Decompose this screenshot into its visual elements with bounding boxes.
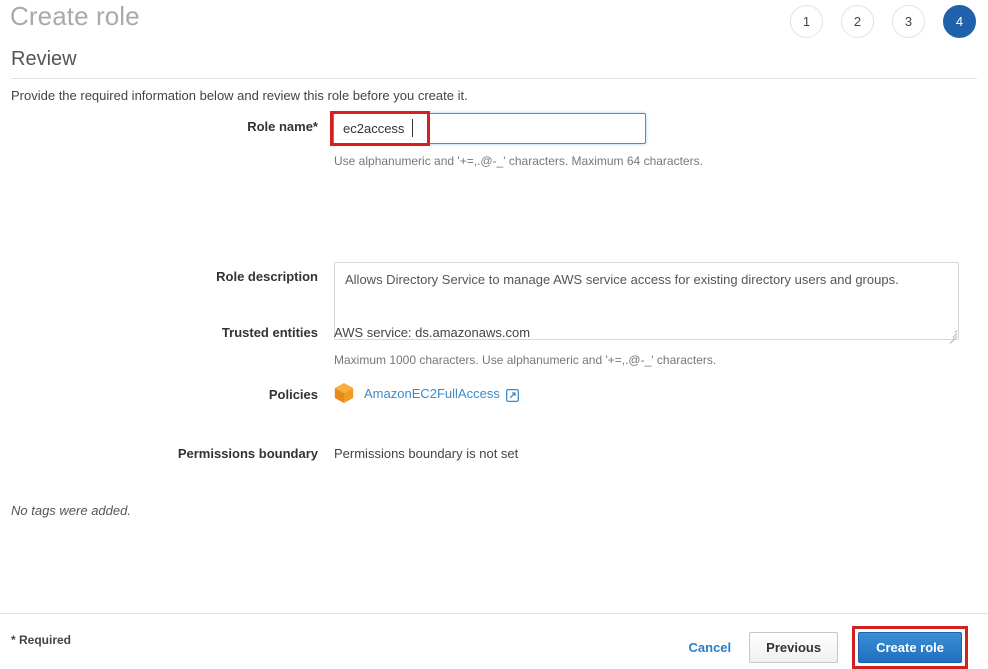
role-description-row: Role description Maximum 1000 characters… bbox=[0, 185, 988, 367]
tags-note: No tags were added. bbox=[11, 503, 131, 518]
role-name-input[interactable] bbox=[333, 113, 646, 144]
policies-row: Policies AmazonEC2FullAccess bbox=[0, 382, 988, 414]
trusted-entities-label: Trusted entities bbox=[221, 325, 318, 340]
role-description-hint: Maximum 1000 characters. Use alphanumeri… bbox=[334, 353, 717, 367]
header-divider bbox=[11, 78, 977, 79]
footer-actions: Cancel Previous Create role bbox=[685, 626, 968, 669]
step-4[interactable]: 4 bbox=[943, 5, 976, 38]
section-intro-text: Provide the required information below a… bbox=[11, 88, 468, 103]
permissions-boundary-row: Permissions boundary Permissions boundar… bbox=[0, 446, 988, 474]
role-name-hint: Use alphanumeric and '+=,.@-_' character… bbox=[334, 154, 703, 168]
step-2[interactable]: 2 bbox=[841, 5, 874, 38]
policies-label: Policies bbox=[268, 387, 318, 402]
step-1[interactable]: 1 bbox=[790, 5, 823, 38]
policy-list-item: AmazonEC2FullAccess bbox=[334, 382, 519, 404]
footer-divider bbox=[0, 613, 988, 614]
create-role-annotation-box: Create role bbox=[852, 626, 968, 669]
external-link-icon[interactable] bbox=[505, 388, 519, 402]
role-name-row: Role name* Use alphanumeric and '+=,.@-_… bbox=[0, 110, 988, 170]
step-3[interactable]: 3 bbox=[892, 5, 925, 38]
permissions-boundary-value: Permissions boundary is not set bbox=[334, 446, 519, 461]
policy-link[interactable]: AmazonEC2FullAccess bbox=[364, 386, 500, 401]
role-description-label: Role description bbox=[216, 269, 318, 284]
page-title: Create role bbox=[10, 1, 140, 31]
trusted-entities-value: AWS service: ds.amazonaws.com bbox=[334, 325, 531, 340]
text-caret bbox=[412, 119, 413, 137]
permissions-boundary-label: Permissions boundary bbox=[177, 446, 318, 461]
page-header: Create role 1 2 3 4 bbox=[0, 0, 988, 48]
cancel-button[interactable]: Cancel bbox=[685, 640, 736, 655]
trusted-entities-row: Trusted entities AWS service: ds.amazona… bbox=[0, 325, 988, 353]
policy-cube-icon bbox=[334, 383, 354, 403]
role-name-label: Role name* bbox=[247, 119, 318, 134]
previous-button[interactable]: Previous bbox=[749, 632, 839, 663]
step-indicator: 1 2 3 4 bbox=[790, 5, 976, 38]
required-note: * Required bbox=[11, 633, 72, 647]
section-title: Review bbox=[11, 48, 77, 70]
create-role-button[interactable]: Create role bbox=[858, 632, 962, 663]
